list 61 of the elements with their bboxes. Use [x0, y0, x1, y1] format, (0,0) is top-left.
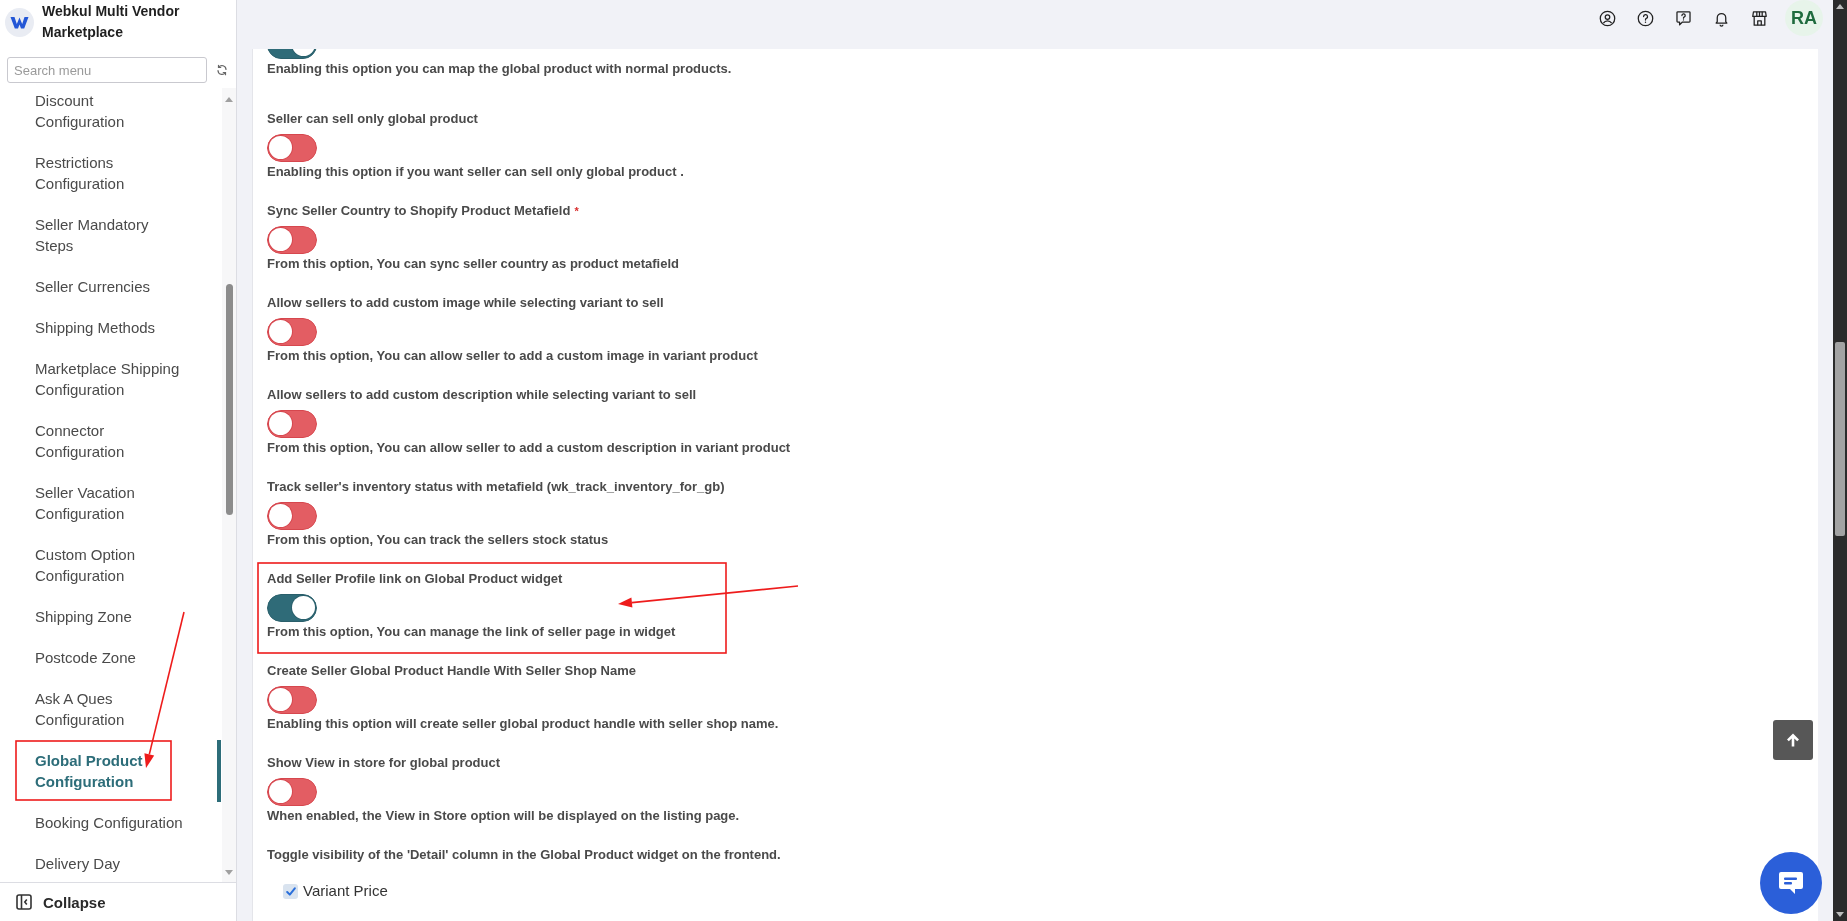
scrollbar-thumb[interactable] [1835, 342, 1845, 536]
sidebar-item[interactable]: Shipping Zone [0, 596, 221, 637]
setting-label: Add Seller Profile link on Global Product widget [267, 570, 563, 588]
caret-up-icon[interactable] [1836, 4, 1844, 9]
checkbox-label: Variant Price [303, 882, 388, 900]
sidebar-item[interactable]: Shipping Methods [0, 307, 221, 348]
setting-description: From this option, You can allow seller to add a custom description in variant product [267, 439, 791, 457]
setting-description: When enabled, the View in Store option will be displayed on the listing page. [267, 807, 740, 825]
toggle-switch[interactable] [267, 594, 317, 622]
logo-icon [5, 7, 34, 37]
toggle-switch[interactable] [267, 502, 317, 530]
caret-down-icon[interactable] [1836, 912, 1844, 917]
check-icon [285, 886, 296, 896]
sidebar-item[interactable]: Custom Option Configuration [0, 534, 221, 596]
sidebar-item[interactable]: Marketplace Shipping Configuration [0, 348, 221, 410]
setting-description: From this option, You can manage the link of seller page in widget [267, 623, 676, 641]
sidebar-item[interactable]: Restrictions Configuration [0, 142, 221, 204]
setting-label: Sync Seller Country to Shopify Product Metafield [267, 202, 571, 220]
sidebar-item[interactable]: Delivery Day [0, 843, 221, 882]
help-icon[interactable] [1637, 9, 1654, 27]
search-field[interactable]: Search menu [7, 57, 207, 83]
setting-description: From this option, You can sync seller country as product metafield [267, 255, 679, 273]
required-mark: * [574, 204, 579, 219]
checkbox[interactable] [283, 883, 298, 899]
setting-label: Seller can sell only global product [267, 110, 478, 128]
setting-label: Allow sellers to add custom image while selecting variant to sell [267, 294, 664, 312]
section-label: Toggle visibility of the 'Detail' column in the Global Product widget on the frontend. [267, 846, 781, 864]
toggle-switch[interactable] [267, 410, 317, 438]
brand-name: Webkul Multi Vendor Marketplace [42, 2, 181, 42]
user-icon[interactable] [1599, 9, 1616, 27]
setting-label: Show View in store for global product [267, 754, 501, 772]
setting-label: Allow sellers to add custom description while selecting variant to sell [267, 386, 697, 404]
setting-label: Create Seller Global Product Handle With Seller Shop Name [267, 662, 637, 680]
toggle-switch[interactable] [267, 318, 317, 346]
toggle-switch[interactable] [267, 778, 317, 806]
chat-icon [1778, 871, 1804, 895]
arrow-up-icon [1785, 732, 1801, 748]
refresh-icon[interactable] [216, 64, 228, 76]
setting-description: Enabling this option will create seller global product handle with seller shop name. [267, 715, 779, 733]
sidebar-item[interactable]: Connector Configuration [0, 410, 221, 472]
sidebar-item[interactable]: Ask A Ques Configuration [0, 678, 221, 740]
sidebar-item[interactable]: Seller Vacation Configuration [0, 472, 221, 534]
toggle-switch[interactable] [267, 686, 317, 714]
toggle-switch[interactable] [267, 226, 317, 254]
setting-description: Enabling this option if you want seller can sell only global product . [267, 163, 684, 181]
scrollbar-thumb[interactable] [225, 284, 233, 515]
sidebar-toggle-icon [16, 894, 32, 910]
scroll-to-top-button[interactable] [1773, 720, 1813, 760]
toggle-switch[interactable] [267, 134, 317, 162]
store-icon[interactable] [1751, 9, 1768, 27]
sidebar-item[interactable]: Postcode Zone [0, 637, 221, 678]
setting-description: Enabling this option you can map the global product with normal products. [267, 60, 732, 78]
sidebar-item[interactable]: Discount Configuration [0, 88, 221, 142]
sidebar-item[interactable]: Seller Mandatory Steps [0, 204, 221, 266]
setting-description: From this option, You can allow seller to add a custom image in variant product [267, 347, 758, 365]
sidebar-item[interactable]: Booking Configuration [0, 802, 221, 843]
sidebar-item[interactable]: Seller Currencies [0, 266, 221, 307]
avatar[interactable]: RA [1785, 0, 1823, 36]
setting-description: From this option, You can track the sellers stock status [267, 531, 609, 549]
setting-label: Track seller's inventory status with metafield (wk_track_inventory_for_gb) [267, 478, 725, 496]
speech-bubble-question-icon[interactable] [1675, 9, 1692, 27]
